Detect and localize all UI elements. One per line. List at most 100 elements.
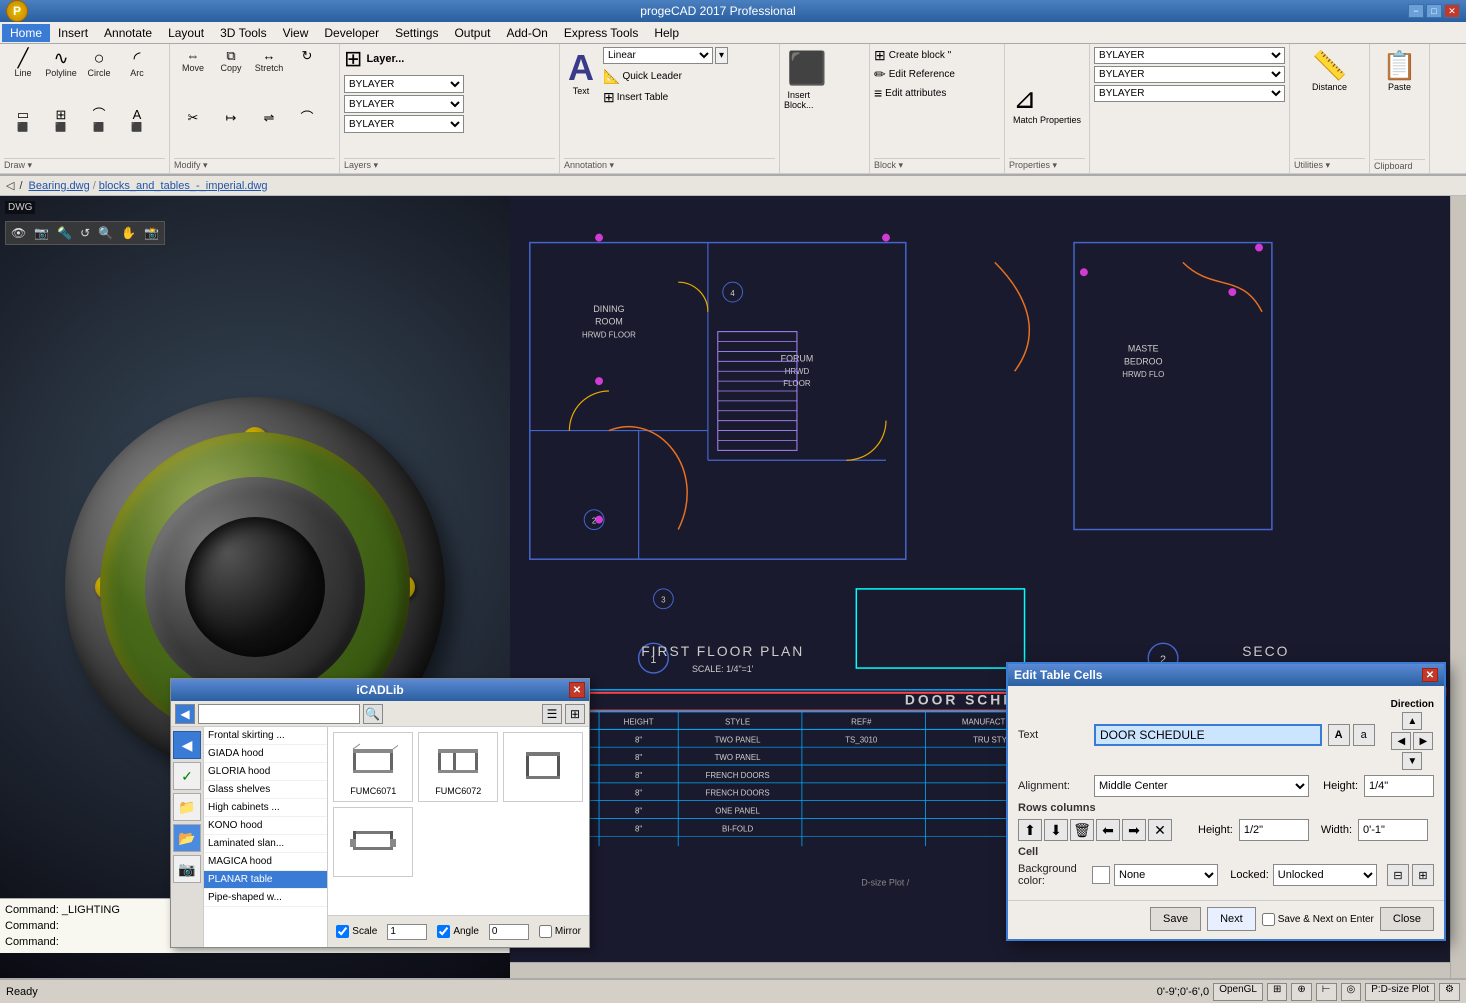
insert-block-icon[interactable]: ⬛ — [784, 46, 830, 90]
draw-extra-1[interactable]: ▭ ⬛ — [4, 105, 42, 136]
snap-button[interactable]: ⊕ — [1291, 983, 1311, 1001]
icadlib-list-view-button[interactable]: ☰ — [542, 704, 562, 724]
insert-col-right-button[interactable]: ➡ — [1122, 819, 1146, 841]
menu-addon[interactable]: Add-On — [498, 24, 555, 42]
merge-cells-button[interactable]: ⊟ — [1387, 864, 1409, 886]
view-icon-camera[interactable]: 📷 — [31, 224, 52, 242]
lineweight-dropdown[interactable]: BYLAYER — [1094, 47, 1285, 64]
preview-fumc6071[interactable]: FUMC6071 — [333, 732, 413, 802]
move-button[interactable]: ⇔ Move — [174, 46, 212, 76]
alignment-dropdown[interactable]: Middle Center Top Left Top Center Bottom… — [1094, 775, 1309, 797]
settings-status-button[interactable]: ⚙ — [1439, 983, 1460, 1001]
list-item-selected[interactable]: PLANAR table — [204, 871, 327, 889]
list-item[interactable]: KONO hood — [204, 817, 327, 835]
text-input[interactable] — [1094, 724, 1322, 746]
opengl-button[interactable]: OpenGL — [1213, 983, 1263, 1001]
insert-row-above-button[interactable]: ⬆ — [1018, 819, 1042, 841]
layer-dropdown-main[interactable]: BYLAYER — [344, 75, 464, 93]
view-icon-orbit[interactable]: ↺ — [77, 224, 93, 242]
menu-home[interactable]: Home — [2, 24, 50, 42]
save-next-checkbox[interactable] — [1262, 913, 1275, 926]
close-button[interactable]: ✕ — [1444, 4, 1460, 18]
menu-output[interactable]: Output — [446, 24, 498, 42]
ortho-button[interactable]: ⊢ — [1316, 983, 1337, 1001]
menu-insert[interactable]: Insert — [50, 24, 96, 42]
lib-nav-camera[interactable]: 📷 — [173, 855, 201, 883]
draw-extra-4[interactable]: A ⬛ — [118, 105, 156, 136]
menu-expresstools[interactable]: Express Tools — [556, 24, 646, 42]
plot-button[interactable]: P:D-size Plot — [1365, 983, 1435, 1001]
list-item[interactable]: Pipe-shaped w... — [204, 889, 327, 907]
polyline-button[interactable]: ∿ Polyline — [42, 46, 80, 81]
edit-attributes-row[interactable]: ≡ Edit attributes — [874, 85, 946, 101]
lib-nav-back[interactable]: ◀ — [173, 731, 201, 759]
preview-table4[interactable] — [333, 807, 413, 877]
scale-input[interactable] — [387, 924, 427, 940]
view-icon-snapshot[interactable]: 📸 — [141, 224, 162, 242]
icadlib-close-button[interactable]: ✕ — [569, 682, 585, 698]
maximize-button[interactable]: □ — [1426, 4, 1442, 18]
breadcrumb-part2[interactable]: blocks_and_tables_-_imperial.dwg — [99, 180, 268, 192]
fillet-button[interactable]: ⌒ — [288, 108, 326, 128]
close-dialog-button[interactable]: Close — [1380, 907, 1434, 931]
icadlib-search-input[interactable] — [198, 704, 360, 724]
insert-col-left-button[interactable]: ⬅ — [1096, 819, 1120, 841]
list-item[interactable]: GIADA hood — [204, 745, 327, 763]
nav-arrow-left[interactable]: ◁ — [6, 179, 14, 192]
color-dropdown[interactable]: BYLAYER — [344, 95, 464, 113]
breadcrumb-part1[interactable]: Bearing.dwg — [29, 180, 90, 192]
rotate-button[interactable]: ↻ — [288, 46, 326, 66]
linetype2-dropdown[interactable]: BYLAYER — [1094, 66, 1285, 83]
menu-view[interactable]: View — [275, 24, 317, 42]
view-icon-shade[interactable]: 🔦 — [54, 224, 75, 242]
list-item[interactable]: GLORIA hood — [204, 763, 327, 781]
dir-left-button[interactable]: ◀ — [1391, 732, 1411, 750]
width-input[interactable] — [1358, 819, 1428, 841]
cad-scrollbar-vertical[interactable] — [1450, 196, 1466, 978]
text-lowercase-button[interactable]: a — [1353, 724, 1375, 746]
bgcolor-dropdown[interactable]: None Red Blue — [1114, 864, 1218, 886]
color2-dropdown[interactable]: BYLAYER — [1094, 85, 1285, 102]
locked-dropdown[interactable]: Unlocked Locked — [1273, 864, 1377, 886]
text-uppercase-button[interactable]: A — [1328, 724, 1350, 746]
quick-leader-icon[interactable]: 📐 — [603, 68, 620, 85]
height2-input[interactable] — [1239, 819, 1309, 841]
edit-table-close-button[interactable]: ✕ — [1422, 668, 1438, 682]
app-logo[interactable]: P — [6, 0, 28, 22]
menu-help[interactable]: Help — [646, 24, 687, 42]
menu-annotate[interactable]: Annotate — [96, 24, 160, 42]
save-button[interactable]: Save — [1150, 907, 1201, 931]
extend-button[interactable]: ↦ — [212, 108, 250, 128]
view-icon-zoom[interactable]: 🔍 — [95, 224, 116, 242]
draw-extra-3[interactable]: ⌒ ⬛ — [80, 105, 118, 136]
lib-nav-folder[interactable]: 📁 — [173, 793, 201, 821]
annotation-dropdown-btn[interactable]: ▾ — [715, 47, 728, 64]
list-item[interactable]: High cabinets ... — [204, 799, 327, 817]
angle-checkbox[interactable] — [437, 925, 450, 938]
preview-table3[interactable] — [503, 732, 583, 802]
icadlib-grid-view-button[interactable]: ⊞ — [565, 704, 585, 724]
list-item[interactable]: Glass shelves — [204, 781, 327, 799]
delete-col-button[interactable]: ✕ — [1148, 819, 1172, 841]
paste-button[interactable]: 📋 Paste — [1379, 46, 1420, 95]
layer-manager-btn[interactable]: ⊞ Layer... — [344, 46, 404, 72]
menu-layout[interactable]: Layout — [160, 24, 212, 42]
icadlib-back-button[interactable]: ◀ — [175, 704, 195, 724]
stretch-button[interactable]: ↔ Stretch — [250, 46, 288, 76]
text-big-button[interactable]: A Text — [564, 46, 598, 100]
preview-fumc6072[interactable]: FUMC6072 — [418, 732, 498, 802]
icadlib-search-button[interactable]: 🔍 — [363, 704, 383, 724]
trim-button[interactable]: ✂ — [174, 108, 212, 128]
dir-up-button[interactable]: ▲ — [1402, 712, 1422, 730]
menu-developer[interactable]: Developer — [316, 24, 387, 42]
circle-button[interactable]: ○ Circle — [80, 46, 118, 81]
dir-right-button[interactable]: ▶ — [1413, 732, 1433, 750]
menu-3dtools[interactable]: 3D Tools — [212, 24, 274, 42]
match-properties-button[interactable]: ⊿ Match Properties — [1013, 82, 1081, 125]
mirror-checkbox[interactable] — [539, 925, 552, 938]
minimize-button[interactable]: − — [1408, 4, 1424, 18]
polar-button[interactable]: ◎ — [1341, 983, 1362, 1001]
edit-reference-row[interactable]: ✏ Edit Reference — [874, 66, 955, 83]
menu-settings[interactable]: Settings — [387, 24, 446, 42]
lib-nav-blue[interactable]: 📂 — [173, 824, 201, 852]
